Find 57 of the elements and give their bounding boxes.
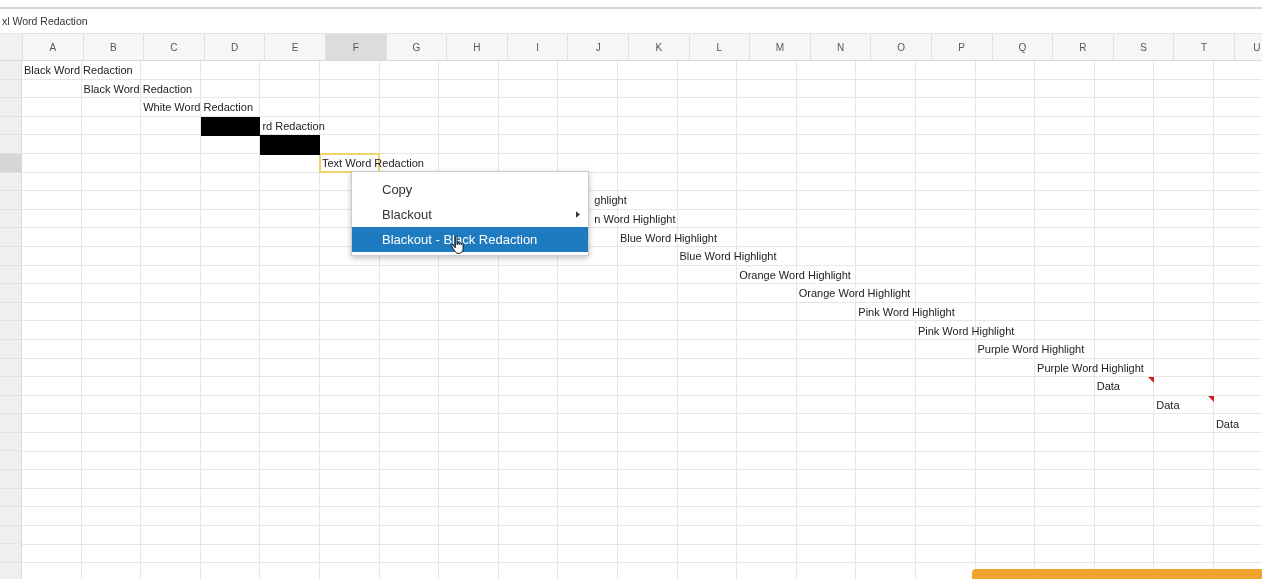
cell-text: Blue Word Highlight (678, 249, 778, 265)
column-header[interactable]: L (689, 34, 751, 60)
column-header[interactable]: R (1053, 34, 1114, 60)
row-header[interactable] (0, 544, 22, 564)
column-header[interactable]: E (265, 34, 326, 60)
cell-text: White Word Redaction (142, 100, 255, 116)
cell-text: Data (1155, 398, 1181, 413)
document-title: xl Word Redaction (2, 15, 88, 27)
column-header[interactable]: Q (992, 34, 1054, 60)
row-header[interactable] (0, 98, 22, 117)
cell-text: Orange Word Highlight (797, 286, 912, 302)
cell-text: Purple Word Highlight (1036, 360, 1145, 376)
submenu-arrow-icon (576, 211, 580, 218)
row-header[interactable] (0, 135, 22, 154)
cell-text: Black Word Redaction (82, 81, 194, 97)
column-header[interactable]: T (1174, 34, 1235, 60)
row-header[interactable] (0, 191, 22, 210)
row-header[interactable] (0, 61, 22, 80)
column-header[interactable]: C (144, 34, 205, 60)
cell-text: Pink Word Highlight (857, 305, 956, 320)
cell-text: Blue Word Highlight (618, 230, 718, 246)
row-header[interactable] (0, 414, 22, 433)
cell-text: Pink Word Highlight (916, 323, 1016, 339)
row-header[interactable] (0, 377, 22, 396)
row-header[interactable] (0, 563, 22, 579)
column-header[interactable]: U (1234, 34, 1262, 60)
cell-text: Data (1095, 379, 1121, 395)
column-header[interactable]: A (23, 34, 84, 60)
column-header[interactable]: K (628, 34, 690, 60)
cell-text: rd Redaction (261, 119, 326, 135)
row-header[interactable] (0, 284, 22, 303)
column-header[interactable]: S (1113, 34, 1175, 60)
column-header[interactable]: D (204, 34, 266, 60)
column-header[interactable]: N (810, 34, 872, 60)
cell-text: Purple Word Highlight (976, 342, 1086, 358)
row-header[interactable] (0, 321, 22, 340)
cell-text: Black Word Redaction (23, 63, 134, 79)
column-header[interactable]: H (447, 34, 508, 60)
cell-text: ghlight (593, 193, 628, 209)
column-header[interactable]: G (386, 34, 448, 60)
column-header[interactable]: J (568, 34, 629, 60)
menu-item[interactable]: Blackout (352, 202, 588, 227)
column-header[interactable]: F (325, 34, 387, 60)
cell-text: Orange Word Highlight (738, 267, 852, 283)
column-header[interactable]: M (750, 34, 811, 60)
select-all-corner[interactable] (0, 34, 23, 60)
row-header[interactable] (0, 228, 22, 247)
column-header[interactable]: I (507, 34, 569, 60)
menu-item[interactable]: Copy (352, 177, 588, 202)
row-header[interactable] (0, 470, 22, 489)
cell-text: n Word Highlight (593, 212, 677, 228)
column-header[interactable]: O (871, 34, 932, 60)
row-header[interactable] (0, 507, 22, 526)
column-header[interactable]: B (83, 34, 145, 60)
cell-text: Data (1214, 416, 1241, 432)
column-header[interactable]: P (931, 34, 993, 60)
row-header[interactable] (0, 451, 22, 471)
